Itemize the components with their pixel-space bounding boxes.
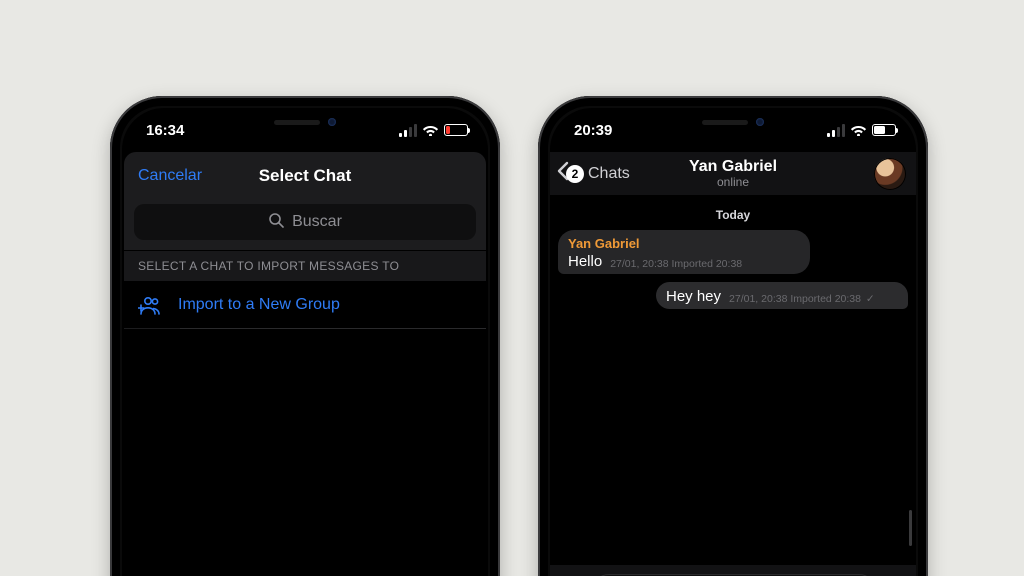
notch bbox=[220, 108, 390, 136]
message-input-bar: Message bbox=[550, 564, 916, 576]
wifi-icon bbox=[850, 124, 867, 136]
avatar[interactable] bbox=[874, 158, 906, 190]
unread-badge: 2 bbox=[566, 165, 584, 183]
search-input[interactable]: Buscar bbox=[134, 204, 476, 240]
contact-status: online bbox=[689, 176, 777, 189]
front-camera bbox=[328, 118, 336, 126]
status-time: 20:39 bbox=[574, 122, 612, 139]
message-text: Hey hey bbox=[666, 288, 721, 305]
message-text: Hello bbox=[568, 253, 602, 270]
wifi-icon bbox=[422, 124, 439, 136]
day-separator: Today bbox=[558, 208, 908, 222]
message-sender: Yan Gabriel bbox=[568, 236, 800, 251]
back-label: Chats bbox=[588, 165, 630, 183]
message-bubble-incoming[interactable]: Yan Gabriel Hello 27/01, 20:38 Imported … bbox=[558, 230, 810, 274]
back-button[interactable]: 2 Chats bbox=[556, 152, 630, 195]
speaker-grille bbox=[702, 120, 748, 125]
message-bubble-outgoing[interactable]: Hey hey 27/01, 20:38 Imported 20:38 ✓ bbox=[656, 282, 908, 309]
scrollbar[interactable] bbox=[909, 510, 912, 546]
import-new-group-label: Import to a New Group bbox=[178, 296, 340, 314]
search-icon bbox=[268, 212, 284, 233]
search-placeholder: Buscar bbox=[292, 213, 342, 231]
cellular-signal-icon bbox=[399, 124, 417, 137]
section-header: SELECT A CHAT TO IMPORT MESSAGES TO bbox=[124, 250, 486, 282]
chat-title-block[interactable]: Yan Gabriel online bbox=[689, 158, 777, 189]
phone-right: 20:39 2 Chats Yan bbox=[538, 96, 928, 576]
battery-low-icon bbox=[444, 124, 468, 136]
chat-body[interactable]: Today Yan Gabriel Hello 27/01, 20:38 Imp… bbox=[550, 196, 916, 309]
check-icon: ✓ bbox=[863, 293, 875, 305]
row-divider bbox=[180, 328, 486, 329]
screen-right: 20:39 2 Chats Yan bbox=[550, 108, 916, 576]
speaker-grille bbox=[274, 120, 320, 125]
message-meta: 27/01, 20:38 Imported 20:38 bbox=[610, 258, 742, 270]
new-group-icon bbox=[138, 294, 164, 316]
select-chat-modal: Cancelar Select Chat Buscar SELECT A CHA… bbox=[124, 152, 486, 329]
modal-title: Select Chat bbox=[259, 166, 352, 186]
screen-left: 16:34 Cancelar Select Chat bbox=[122, 108, 488, 576]
import-new-group-row[interactable]: Import to a New Group bbox=[124, 282, 486, 328]
chat-header: 2 Chats Yan Gabriel online bbox=[550, 152, 916, 196]
front-camera bbox=[756, 118, 764, 126]
message-meta: 27/01, 20:38 Imported 20:38 ✓ bbox=[729, 293, 875, 305]
cellular-signal-icon bbox=[827, 124, 845, 137]
notch bbox=[648, 108, 818, 136]
phone-left: 16:34 Cancelar Select Chat bbox=[110, 96, 500, 576]
modal-header: Cancelar Select Chat bbox=[124, 152, 486, 200]
stage: 16:34 Cancelar Select Chat bbox=[0, 0, 1024, 576]
cancel-button[interactable]: Cancelar bbox=[138, 152, 202, 200]
status-time: 16:34 bbox=[146, 122, 184, 139]
contact-name: Yan Gabriel bbox=[689, 158, 777, 176]
battery-icon bbox=[872, 124, 896, 136]
